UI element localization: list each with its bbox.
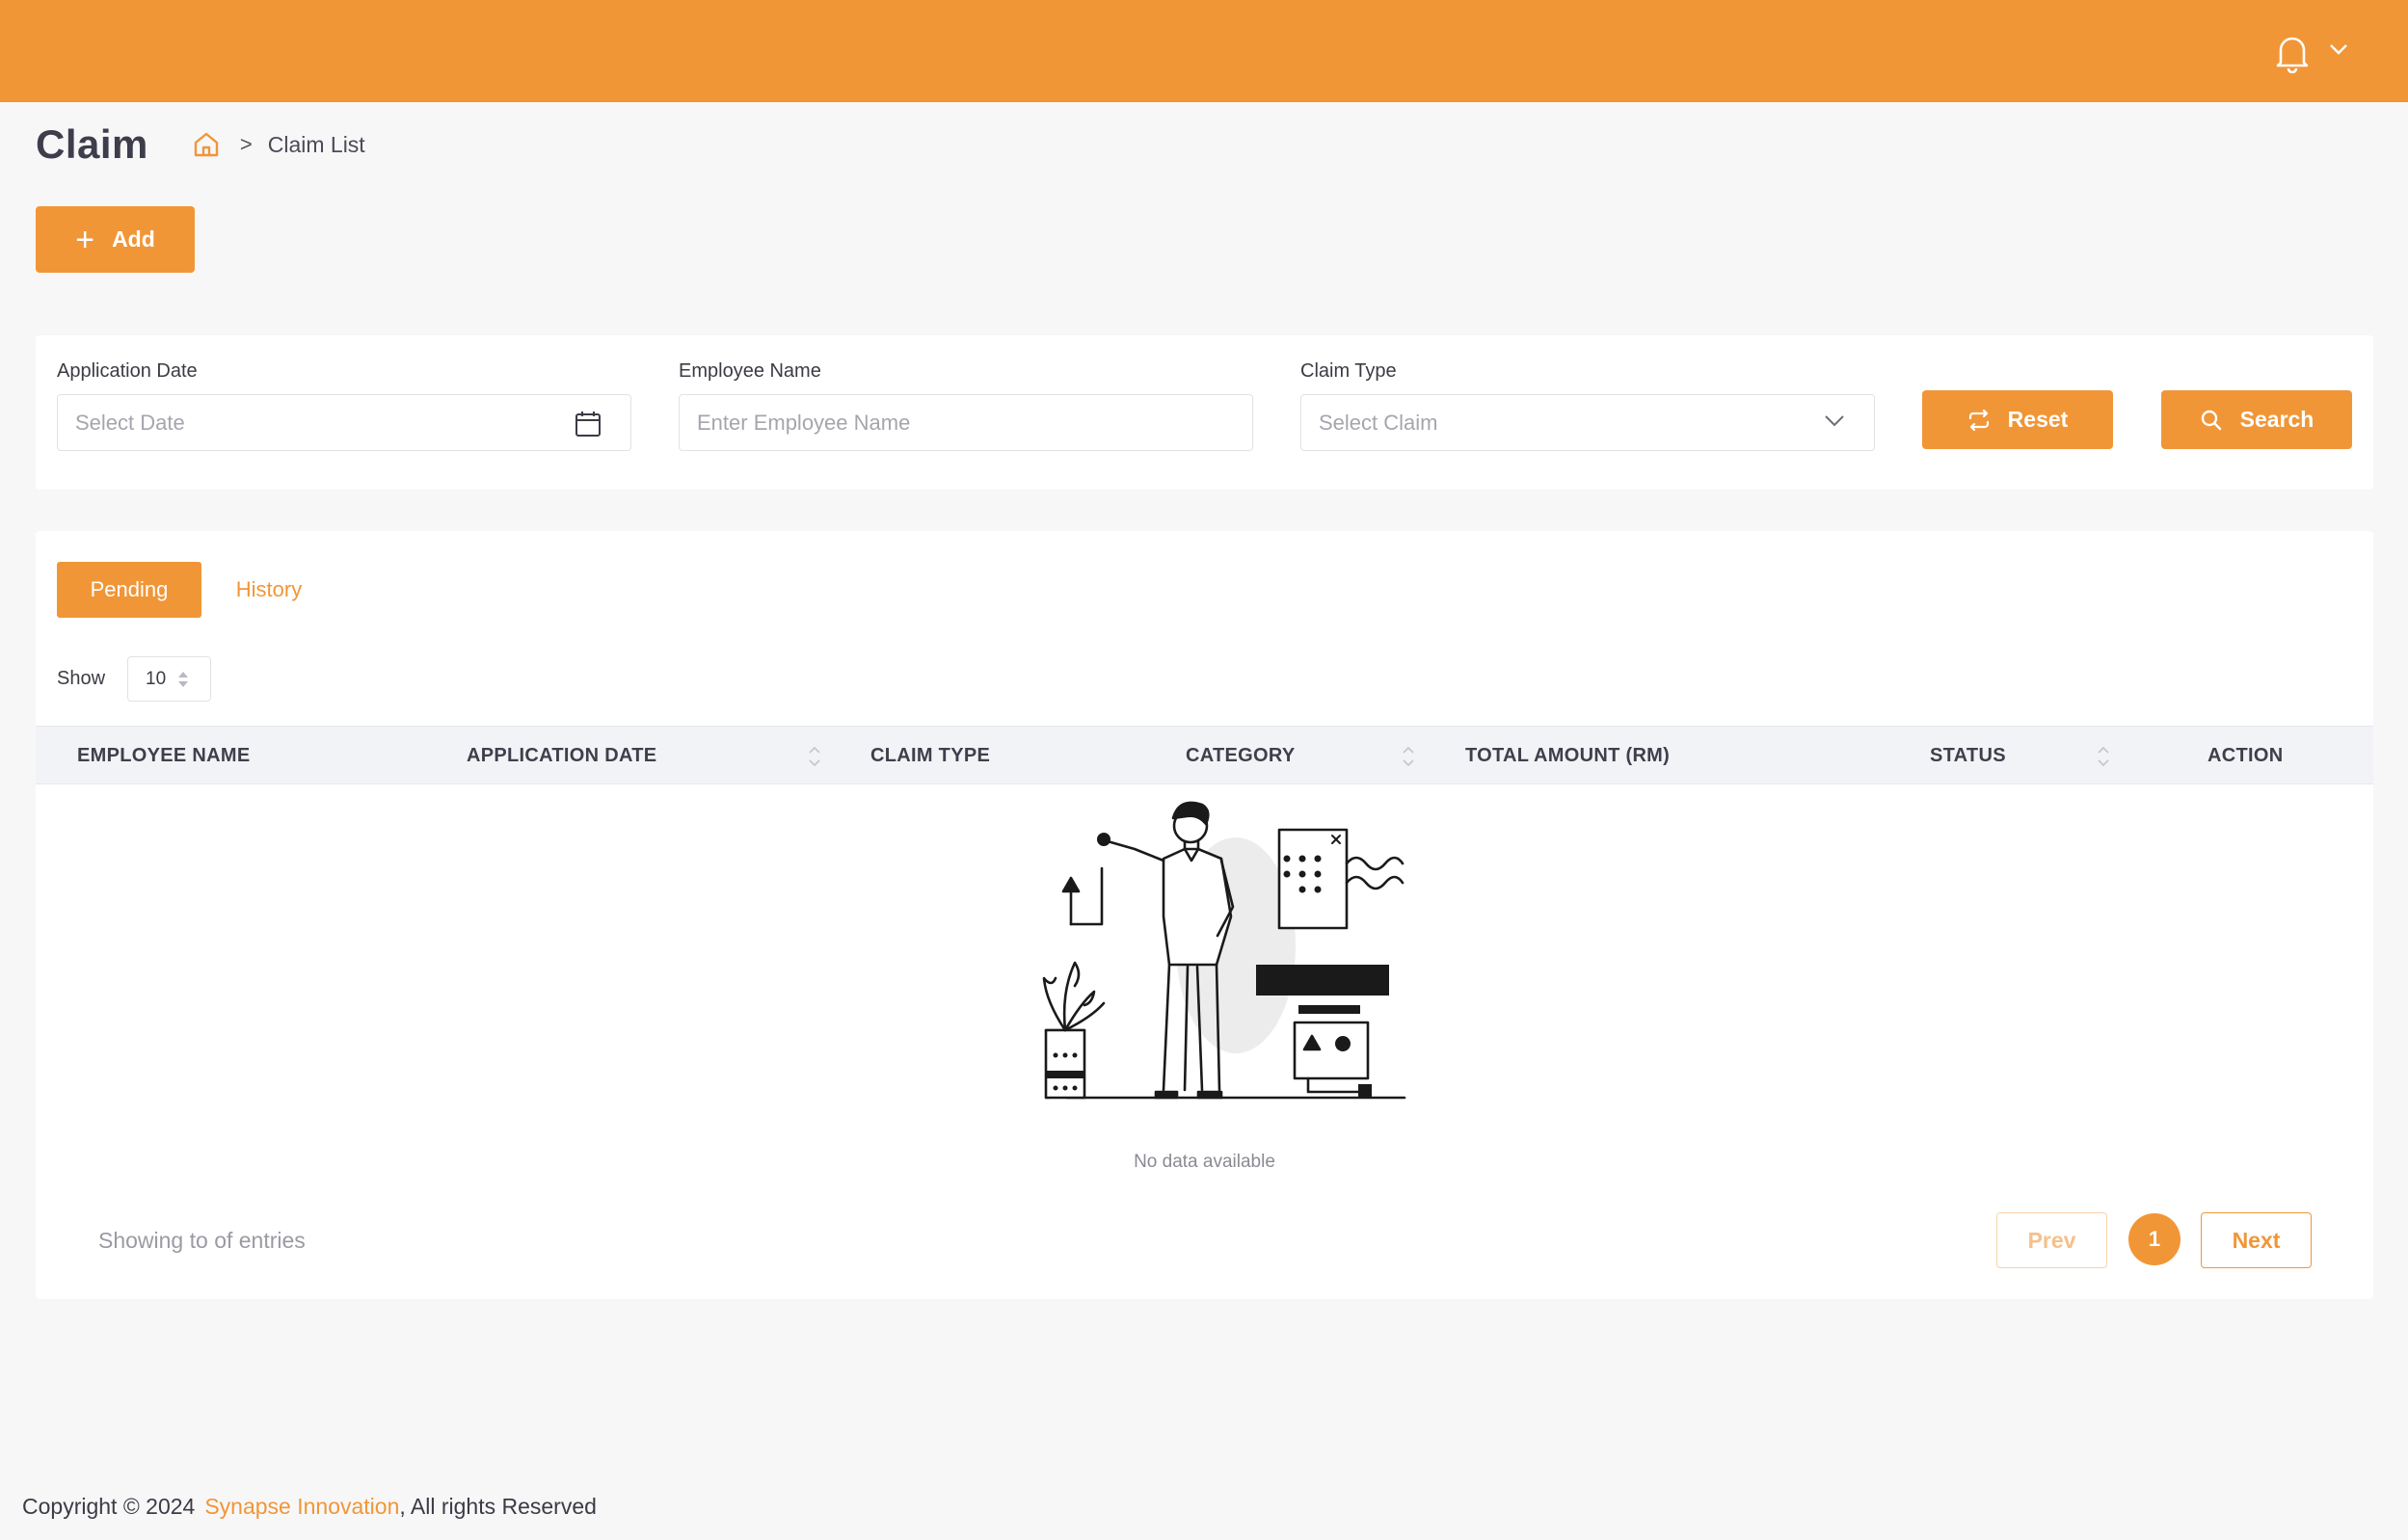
- empty-state-text: No data available: [1134, 1152, 1275, 1172]
- employee-name-placeholder: Enter Employee Name: [697, 410, 911, 435]
- tab-history[interactable]: History: [201, 562, 336, 618]
- entries-summary: Showing to of entries: [98, 1228, 306, 1253]
- sort-icon[interactable]: [808, 744, 821, 769]
- claims-table-card: Pending History Show 10 EMPLOYEE NAME AP…: [36, 531, 2373, 1299]
- reset-label: Reset: [2007, 407, 2069, 432]
- claim-tabs: Pending History: [57, 562, 336, 618]
- page-size-select[interactable]: 10: [127, 656, 212, 702]
- breadcrumb: > Claim List: [192, 130, 365, 159]
- search-label: Search: [2239, 407, 2314, 432]
- column-action: ACTION: [2207, 744, 2284, 766]
- plus-icon: +: [75, 221, 95, 258]
- column-employee-name: EMPLOYEE NAME: [77, 744, 251, 766]
- page-size-control: Show 10: [57, 656, 212, 702]
- page-title: Claim: [36, 121, 148, 167]
- chevron-down-icon[interactable]: [2329, 42, 2348, 56]
- next-page-button[interactable]: Next: [2201, 1212, 2312, 1268]
- add-claim-button[interactable]: + Add: [36, 206, 195, 273]
- breadcrumb-separator: >: [239, 132, 253, 156]
- column-status[interactable]: STATUS: [1930, 727, 2006, 784]
- claim-type-placeholder: Select Claim: [1319, 410, 1438, 435]
- employee-name-label: Employee Name: [679, 360, 821, 382]
- sort-icon[interactable]: [1402, 744, 1415, 769]
- employee-name-filter: Employee Name Enter Employee Name: [679, 360, 1253, 451]
- add-button-label: Add: [112, 226, 155, 252]
- application-date-label: Application Date: [57, 360, 198, 382]
- refresh-icon: [1968, 409, 1989, 431]
- claim-type-filter: Claim Type Select Claim: [1300, 360, 1875, 451]
- column-category[interactable]: CATEGORY: [1186, 727, 1296, 784]
- reset-button[interactable]: Reset: [1922, 390, 2113, 449]
- claim-type-label: Claim Type: [1300, 360, 1397, 382]
- top-navbar: [0, 0, 2408, 102]
- claim-type-select[interactable]: Select Claim: [1300, 394, 1875, 451]
- sort-icon[interactable]: [2097, 744, 2110, 769]
- chevron-down-icon: [1825, 415, 1844, 427]
- empty-state-illustration: [1042, 801, 1406, 1100]
- employee-name-input[interactable]: Enter Employee Name: [679, 394, 1253, 451]
- application-date-placeholder: Select Date: [75, 410, 185, 435]
- breadcrumb-current: Claim List: [267, 131, 365, 157]
- home-icon[interactable]: [192, 130, 221, 159]
- search-button[interactable]: Search: [2161, 390, 2352, 449]
- search-icon: [2201, 410, 2221, 430]
- column-application-date[interactable]: APPLICATION DATE: [467, 727, 656, 784]
- rights-text: , All rights Reserved: [399, 1494, 597, 1519]
- filter-panel: Application Date Select Date Employee Na…: [36, 335, 2373, 490]
- page-size-value: 10: [146, 668, 167, 689]
- column-claim-type: CLAIM TYPE: [870, 744, 991, 766]
- table-header: EMPLOYEE NAME APPLICATION DATE CLAIM TYP…: [36, 726, 2373, 784]
- show-label: Show: [57, 668, 106, 689]
- brand-link[interactable]: Synapse Innovation: [204, 1494, 399, 1519]
- page-1-button[interactable]: 1: [2128, 1213, 2181, 1265]
- prev-page-button[interactable]: Prev: [1996, 1212, 2107, 1268]
- tab-pending[interactable]: Pending: [57, 562, 201, 618]
- calendar-icon[interactable]: [575, 411, 602, 438]
- application-date-filter: Application Date Select Date: [57, 360, 631, 451]
- footer: Copyright © 2024 Synapse Innovation, All …: [22, 1494, 597, 1520]
- bell-icon[interactable]: [2273, 33, 2312, 73]
- column-total-amount: TOTAL AMOUNT (RM): [1465, 744, 1671, 766]
- copyright-text: Copyright © 2024: [22, 1494, 196, 1519]
- application-date-input[interactable]: Select Date: [57, 394, 631, 451]
- stepper-icon: [178, 672, 189, 687]
- page-header: Claim > Claim List: [36, 116, 365, 173]
